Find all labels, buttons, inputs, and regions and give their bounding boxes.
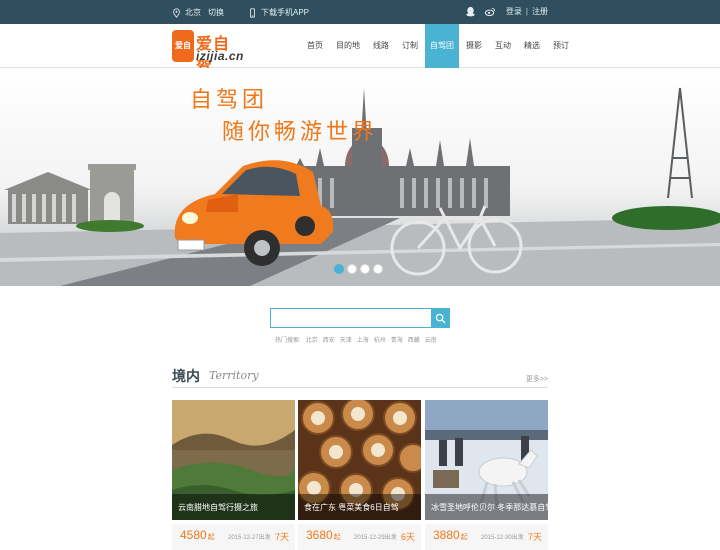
nav-item[interactable]: 精选 [518,24,546,68]
tour-card-date: 2015-12-27出发 [228,535,271,541]
nav-item[interactable]: 互动 [489,24,517,68]
tour-cards: 云南腊地自驾行摄之旅 4580起 2015-12-27出发 7天 食在广东 粤菜… [172,400,548,550]
hot-search-term[interactable]: 西安 [323,335,335,344]
section-subtitle: Territory [209,369,259,382]
tour-card-days: 6天 [400,532,415,542]
banner-slogan-title: 自驾团 [190,88,269,113]
tour-card-footer: 4580起 2015-12-27出发 7天 [172,524,295,550]
site-header: 爱自驾 爱自驾 izijia.cn 首页目的地线路订制自驾团摄影互动精选预订 [0,24,720,82]
current-city: 北京 [185,8,201,17]
nav-item[interactable]: 线路 [367,24,395,68]
tour-card-price: 3680起 [306,528,341,542]
tour-card-price: 3880起 [433,528,468,542]
hot-searches-label: 热门搜索: [275,338,301,344]
nav-item[interactable]: 订制 [396,24,424,68]
hot-search-term[interactable]: 北京 [306,335,318,344]
site-logo[interactable]: 爱自驾 爱自驾 izijia.cn [172,28,244,82]
tour-card-days: 7天 [274,532,289,542]
search-input[interactable] [270,308,432,328]
tour-card[interactable]: 云南腊地自驾行摄之旅 4580起 2015-12-27出发 7天 [172,400,295,550]
nav-item[interactable]: 预订 [547,24,575,68]
logo-domain: izijia.cn [196,49,244,63]
tour-card-price-unit: 起 [460,534,468,541]
hero-banner: 自驾团 随你畅游世界 [0,68,720,286]
tour-card[interactable]: 冰雪圣地呼伦贝尔 冬季那达慕自驾 3880起 2015-12-30出发 7天 [425,400,548,550]
search-box [270,308,450,328]
nav-item[interactable]: 首页 [301,24,329,68]
tour-card-price-unit: 起 [333,534,341,541]
qq-icon[interactable] [465,6,476,17]
banner-dot-2[interactable] [347,264,357,274]
tour-card-caption: 食在广东 粤菜美食6日自驾 [298,494,421,520]
logo-mark: 爱自驾 [172,30,194,82]
hot-search-term[interactable]: 上海 [357,335,369,344]
tour-card-date: 2015-12-30出发 [481,535,524,541]
tour-card-caption: 云南腊地自驾行摄之旅 [172,494,295,520]
top-bar-left: 北京 切换 下载手机APP [172,7,309,18]
tour-card-footer: 3880起 2015-12-30出发 7天 [425,524,548,550]
mobile-phone-icon [250,7,255,18]
search-icon [435,313,446,324]
hot-search-term[interactable]: 杭州 [374,335,386,344]
section-header: 境内 Territory 更多>> [172,366,548,388]
register-link[interactable]: 注册 [532,6,548,17]
tour-card-price: 4580起 [180,528,215,542]
download-app-link[interactable]: 下载手机APP [261,7,309,18]
banner-illustration [0,87,720,286]
search-button[interactable] [431,308,450,328]
login-link[interactable]: 登录 [506,6,522,17]
login-divider: | [525,7,528,16]
nav-item[interactable]: 摄影 [460,24,488,68]
more-link[interactable]: 更多>> [526,374,548,384]
nav-item[interactable]: 自驾团 [425,24,459,68]
hot-searches: 热门搜索: 北京 西安 天津 上海 杭州 青海 西藏 云南 [275,335,437,344]
banner-slogan-subtitle: 随你畅游世界 [222,120,379,145]
section-title: 境内 [172,368,200,384]
top-bar: 北京 切换 下载手机APP 登录 | 注册 [0,0,720,24]
hot-search-term[interactable]: 青海 [391,335,403,344]
tour-card-footer: 3680起 2015-12-29出发 6天 [298,524,421,550]
tour-card-price-unit: 起 [207,534,215,541]
tour-card-caption: 冰雪圣地呼伦贝尔 冬季那达慕自驾 [425,494,548,520]
weibo-icon[interactable] [484,6,496,17]
banner-dot-3[interactable] [360,264,370,274]
top-bar-right: 登录 | 注册 [465,6,548,17]
hot-search-term[interactable]: 西藏 [408,335,420,344]
hot-search-term[interactable]: 云南 [425,335,437,344]
location-pin-icon [173,7,180,18]
banner-dot-4[interactable] [373,264,383,274]
banner-dot-1[interactable] [334,264,344,274]
switch-city-link[interactable]: 切换 [208,7,224,18]
tour-card-days: 7天 [527,532,542,542]
tour-card-date: 2015-12-29出发 [354,535,397,541]
tour-card[interactable]: 食在广东 粤菜美食6日自驾 3680起 2015-12-29出发 6天 [298,400,421,550]
banner-pagination [334,264,383,274]
nav-item[interactable]: 目的地 [330,24,366,68]
hot-search-term[interactable]: 天津 [340,335,352,344]
main-nav: 首页 目的地 线路 订制 自驾团 摄影 互动 精选 预订 [300,24,575,68]
